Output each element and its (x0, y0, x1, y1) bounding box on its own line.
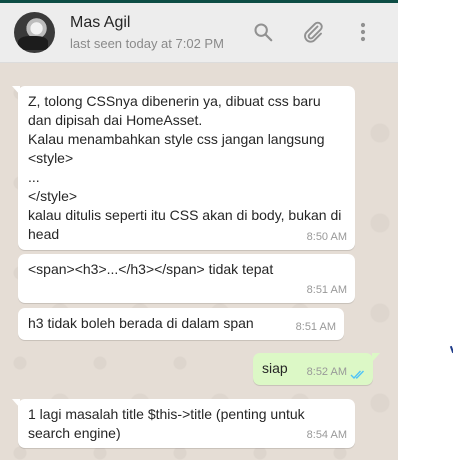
chat-header: Mas Agil last seen today at 7:02 PM (0, 3, 398, 63)
message-bubble-incoming[interactable]: 1 lagi masalah title $this->title (penti… (12, 399, 355, 448)
message-text: 1 lagi masalah title $this->title (penti… (28, 406, 309, 441)
message-bubble-incoming[interactable]: <span><h3>...</h3></span> tidak tepat 8:… (18, 254, 355, 303)
double-check-read-icon (350, 370, 365, 380)
menu-icon (360, 22, 366, 42)
attach-icon (304, 21, 323, 43)
attach-button[interactable] (298, 17, 328, 47)
bubble-tail (12, 86, 20, 95)
contact-avatar[interactable] (14, 12, 55, 53)
contact-name[interactable]: Mas Agil (70, 14, 130, 32)
chat-window: Mas Agil last seen today at 7:02 PM Z, t… (0, 0, 398, 460)
contact-last-seen: last seen today at 7:02 PM (70, 36, 224, 51)
message-time: 8:50 AM (306, 231, 347, 243)
message-text: Z, tolong CSSnya dibenerin ya, dibuat cs… (28, 93, 342, 242)
message-time: 8:51 AM (295, 321, 336, 333)
bubble-tail (372, 353, 380, 362)
message-text: <span><h3>...</h3></span> tidak tepat (28, 261, 274, 277)
message-bubble-incoming[interactable]: Z, tolong CSSnya dibenerin ya, dibuat cs… (12, 86, 355, 250)
bubble-tail (12, 399, 20, 408)
message-time: 8:51 AM (306, 284, 347, 296)
message-text: h3 tidak boleh berada di dalam span (28, 315, 254, 331)
search-icon (254, 23, 273, 42)
message-bubble-outgoing[interactable]: siap 8:52 AM (253, 353, 380, 385)
message-bubble-incoming[interactable]: h3 tidak boleh berada di dalam span 8:51… (18, 308, 344, 340)
menu-button[interactable] (348, 17, 378, 47)
search-button[interactable] (248, 17, 278, 47)
message-list[interactable]: Z, tolong CSSnya dibenerin ya, dibuat cs… (0, 63, 398, 460)
message-time: 8:54 AM (306, 429, 347, 441)
message-time: 8:52 AM (306, 366, 347, 378)
